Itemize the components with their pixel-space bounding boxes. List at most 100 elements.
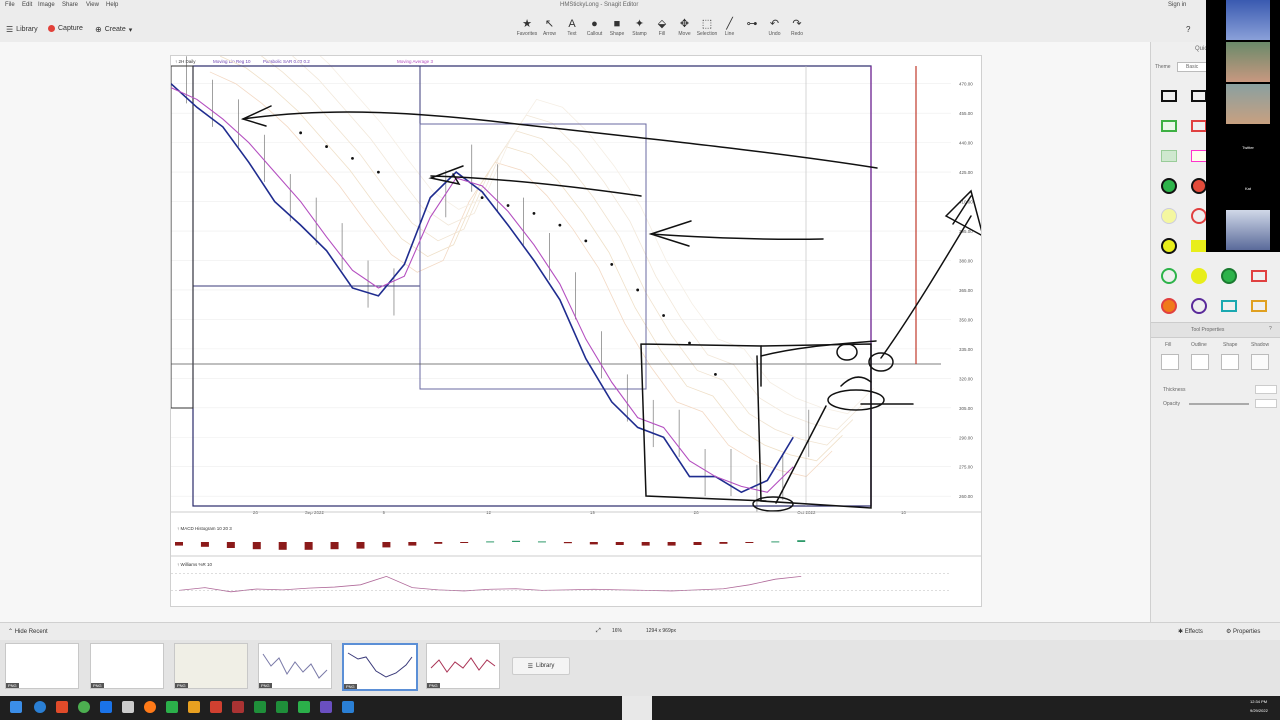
folder-icon[interactable] (188, 701, 200, 713)
sign-in-link[interactable]: Sign in (1168, 2, 1186, 8)
tool-shape[interactable]: ■ Shape (606, 18, 628, 37)
style-orange-rect[interactable] (1251, 300, 1267, 312)
thickness-input[interactable] (1255, 385, 1277, 394)
style-teal-rect[interactable] (1221, 300, 1237, 312)
app-icon[interactable] (122, 701, 134, 713)
opacity-slider[interactable] (1189, 403, 1249, 405)
create-button[interactable]: ⊕ Create ▾ (95, 25, 132, 34)
menu-image[interactable]: Image (38, 2, 55, 8)
style-green-circle-2[interactable] (1221, 268, 1237, 284)
style-black-rect[interactable] (1161, 90, 1177, 102)
annotation-box-left[interactable] (171, 65, 194, 409)
thumbnail-1[interactable]: PNG (5, 643, 79, 689)
outline-picker[interactable] (1191, 354, 1209, 370)
tool-undo[interactable]: ↶ Undo (764, 18, 786, 37)
menu-share[interactable]: Share (62, 2, 78, 8)
tool-arrow[interactable]: ↖ Arrow (539, 18, 561, 37)
brave-icon[interactable] (56, 701, 68, 713)
zoom-level[interactable]: 16% (612, 628, 622, 634)
tool-text[interactable]: A Text (561, 18, 583, 37)
library-button[interactable]: ☰ Library (6, 25, 38, 34)
tool-selection[interactable]: ⬚ Selection (696, 18, 718, 37)
recent-captures-tray: PNG PNG PNG PNG PNG PNG ☰ Library (0, 640, 1280, 696)
webcam-participant-3[interactable] (1226, 84, 1270, 124)
style-orange-circle[interactable] (1161, 298, 1177, 314)
tool-extra[interactable]: ⊶ (741, 18, 763, 31)
thumbnail-5-selected[interactable]: PNG (342, 643, 418, 691)
effects-button[interactable]: ✱ Effects (1178, 628, 1203, 635)
theme-select[interactable]: Basic (1177, 62, 1208, 72)
app-icon[interactable] (232, 701, 244, 713)
macd-label: ↑ MACD Histogram 10 20 3 (177, 526, 232, 531)
app-icon[interactable] (320, 701, 332, 713)
thumb-chart-5 (347, 652, 413, 678)
shape-picker[interactable] (1221, 354, 1239, 370)
fill-picker[interactable] (1161, 354, 1179, 370)
webcam-participant-1[interactable] (1226, 0, 1270, 40)
hide-recent-toggle[interactable]: ⌃ Hide Recent (8, 628, 48, 635)
tool-fill[interactable]: ⬙ Fill (651, 18, 673, 37)
app-icon[interactable] (298, 701, 310, 713)
chart-image[interactable]: ↑ 2H Daily Moving Lin Reg 10 Parabolic S… (170, 55, 982, 607)
app-icon[interactable] (100, 701, 112, 713)
style-redoutline-circle[interactable] (1191, 208, 1207, 224)
style-green-circle[interactable] (1161, 178, 1177, 194)
style-yellow-circle-2[interactable] (1191, 268, 1207, 284)
sar-dot (377, 170, 380, 174)
tool-redo[interactable]: ↷ Redo (786, 18, 808, 37)
help-icon[interactable]: ? (1269, 326, 1272, 332)
app-icon[interactable] (166, 701, 178, 713)
tool-line[interactable]: ╱ Line (719, 18, 741, 37)
open-library-button[interactable]: ☰ Library (512, 657, 570, 675)
thumbnail-4[interactable]: PNG (258, 643, 332, 689)
style-yellow-fill[interactable] (1191, 150, 1207, 162)
capture-button[interactable]: Capture (48, 25, 83, 32)
thumbnail-6[interactable]: PNG (426, 643, 500, 689)
snagit-tray-panel[interactable] (622, 696, 652, 720)
image-size[interactable]: 1294 x 969px (646, 628, 676, 634)
properties-button[interactable]: ⚙ Properties (1226, 628, 1260, 635)
edge-icon[interactable] (34, 701, 46, 713)
excel-icon[interactable] (276, 701, 288, 713)
chrome-icon[interactable] (78, 701, 90, 713)
menu-edit[interactable]: Edit (22, 2, 32, 8)
menu-view[interactable]: View (86, 2, 99, 8)
tool-callout[interactable]: ● Callout (584, 18, 606, 37)
app-icon[interactable] (210, 701, 222, 713)
app-icon[interactable] (342, 701, 354, 713)
style-black-rect-2[interactable] (1191, 90, 1207, 102)
style-red-circle[interactable] (1191, 178, 1207, 194)
tool-move[interactable]: ✥ Move (674, 18, 696, 37)
tool-label: Stamp (632, 31, 647, 37)
style-lightyellow-circle[interactable] (1161, 208, 1177, 224)
chart-symbol: ↑ 2H Daily (175, 59, 196, 64)
thumbnail-2[interactable]: PNG (90, 643, 164, 689)
style-greenoutline-circle[interactable] (1161, 268, 1177, 284)
help-icon[interactable]: ? (1186, 25, 1190, 34)
webcam-participant-2[interactable] (1226, 42, 1270, 82)
firefox-icon[interactable] (144, 701, 156, 713)
style-red-rect-2[interactable] (1251, 270, 1267, 282)
tab-theme[interactable]: Theme (1155, 64, 1171, 70)
opacity-input[interactable] (1255, 399, 1277, 408)
thumbnail-3[interactable]: PNG (174, 643, 248, 689)
start-icon[interactable] (10, 701, 22, 713)
freehand-annotations[interactable] (240, 105, 981, 512)
style-purple-circle[interactable] (1191, 298, 1207, 314)
style-yellow-rect[interactable] (1191, 240, 1207, 252)
style-yellow-circle[interactable] (1161, 238, 1177, 254)
shadow-picker[interactable] (1251, 354, 1269, 370)
tool-stamp[interactable]: ✦ Stamp (629, 18, 651, 37)
style-red-rect[interactable] (1191, 120, 1207, 132)
webcam-participant-6[interactable] (1226, 210, 1270, 250)
freehand-box-1 (640, 343, 767, 502)
style-green-rect[interactable] (1161, 120, 1177, 132)
macd-bar (563, 542, 572, 544)
menu-file[interactable]: File (5, 2, 15, 8)
tool-favorites[interactable]: ★ Favorites (516, 18, 538, 37)
menu-help[interactable]: Help (106, 2, 118, 8)
annotation-box-1[interactable] (192, 65, 421, 287)
excel-icon[interactable] (254, 701, 266, 713)
style-green-fill[interactable] (1161, 150, 1177, 162)
zoom-icon[interactable]: ⤢ (596, 628, 601, 635)
